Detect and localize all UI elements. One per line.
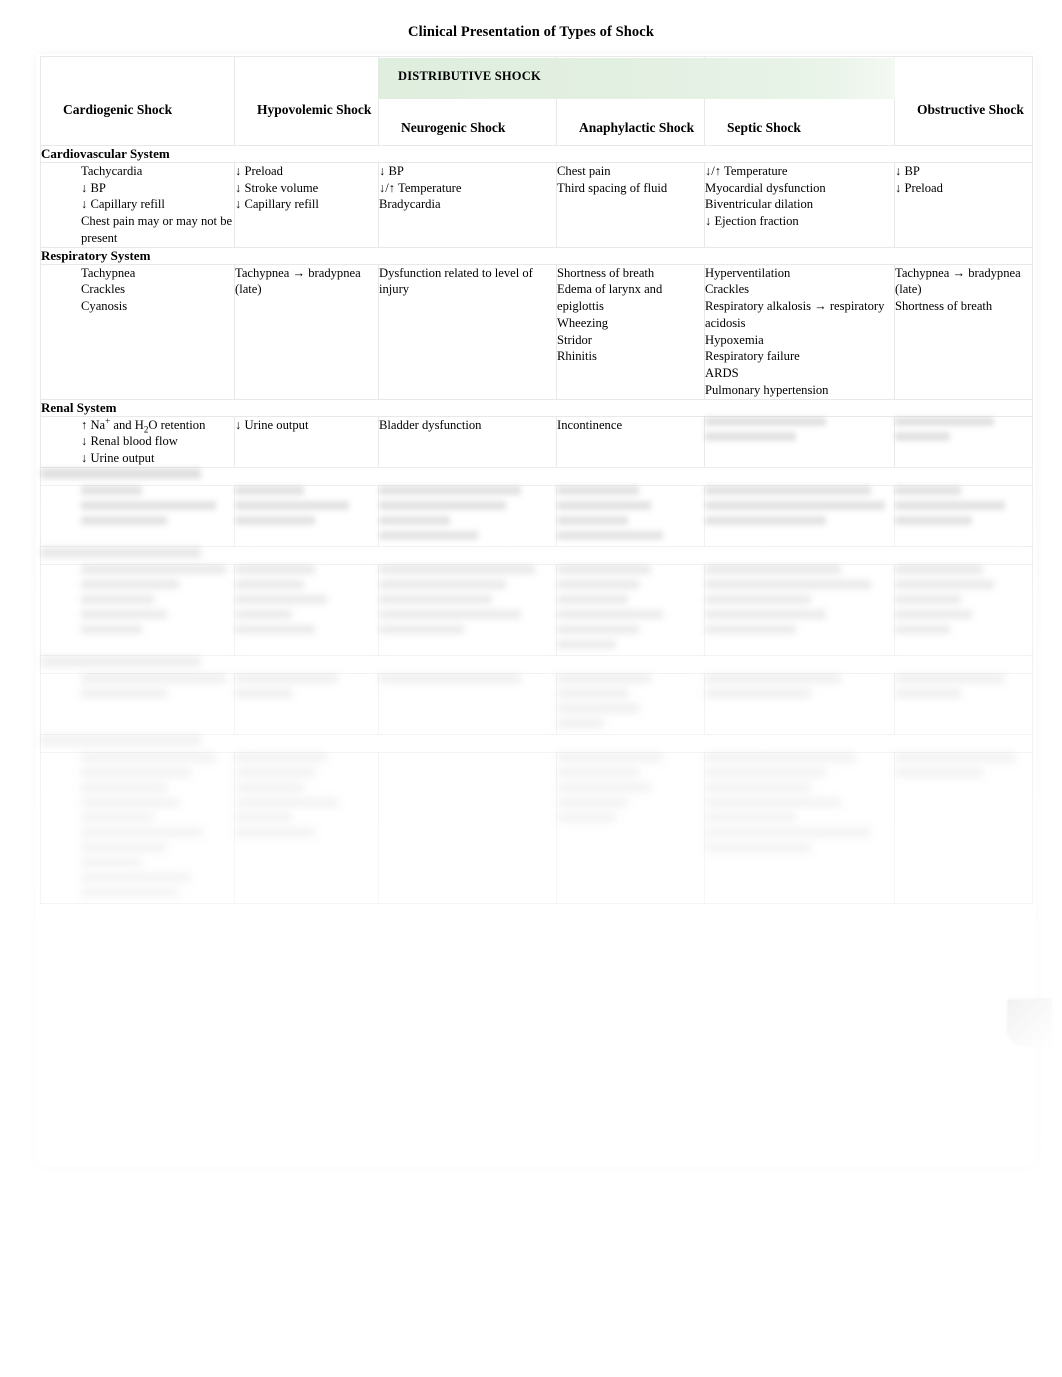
column-header-anaphylactic: Anaphylactic Shock [556, 56, 705, 146]
page-corner-curl [1008, 1000, 1052, 1046]
cell-text: ↓ BP ↓/↑ Temperature Bradycardia [379, 164, 462, 212]
table-row-obscured-1 [40, 484, 1033, 547]
column-header-cardiogenic: Cardiogenic Shock [40, 56, 235, 146]
column-header-label: Neurogenic Shock [401, 120, 506, 136]
cell-obscured [40, 672, 235, 735]
section-heading-obscured [40, 545, 1033, 565]
obscured-cell-content [705, 416, 894, 441]
cell-obscured [234, 563, 379, 656]
page-title: Clinical Presentation of Types of Shock [408, 24, 654, 40]
cell-text: Hyperventilation Crackles Respiratory alka… [705, 265, 885, 397]
cell-obscured [378, 751, 557, 904]
section-heading-obscured [40, 733, 1033, 753]
column-header-label: Anaphylactic Shock [579, 120, 695, 136]
cell-renal-neurogenic: Bladder dysfunction [378, 415, 557, 468]
cell-cardiovascular-septic: ↓/↑ Temperature Myocardial dysfunction Biv… [704, 162, 895, 248]
column-header-obstructive: Obstructive Shock [894, 56, 1033, 146]
cell-text: Incontinence [557, 417, 623, 432]
table-row-renal: ↑ Na+ and H2O retention ↓ Renal blood flo… [40, 415, 1033, 468]
cell-obscured [704, 563, 895, 656]
cell-text: Tachypnea Crackles Cyanosis [81, 265, 136, 314]
column-header-septic: Septic Shock [704, 56, 895, 146]
cell-cardiovascular-cardiogenic: Tachycardia ↓ BP ↓ Capillary refill Chest p… [40, 162, 235, 248]
cell-obscured [40, 484, 235, 547]
cell-cardiovascular-hypovolemic: ↓ Preload ↓ Stroke volume ↓ Capillary refi… [234, 162, 379, 248]
cell-obscured [378, 484, 557, 547]
document-page: Clinical Presentation of Types of Shock … [0, 0, 1062, 1377]
cell-respiratory-cardiogenic: Tachypnea Crackles Cyanosis [40, 263, 235, 400]
cell-text: Tachypnea → bradypnea (late) Shortness of… [895, 265, 1021, 314]
cell-obscured [378, 672, 557, 735]
cell-obscured [234, 672, 379, 735]
distributive-shock-group-header: DISTRIBUTIVE SHOCK [398, 69, 541, 83]
section-heading: Respiratory System [40, 246, 1033, 265]
cell-text: Bladder dysfunction [379, 417, 482, 432]
table-row-obscured-4 [40, 751, 1033, 904]
section-heading: Cardiovascular System [40, 145, 1033, 163]
section-header-row-obscured-2 [40, 545, 1033, 565]
cell-obscured [40, 751, 235, 904]
cell-obscured [556, 563, 705, 656]
cell-text: Dysfunction related to level of injury [379, 265, 533, 297]
cell-obscured [556, 484, 705, 547]
cell-text: Shortness of breath Edema of larynx and e… [557, 265, 663, 364]
shock-comparison-table-wrapper: DISTRIBUTIVE SHOCK Cardiogenic Shock Hyp… [40, 56, 1033, 904]
cell-respiratory-neurogenic: Dysfunction related to level of injury [378, 263, 557, 400]
table-row-cardiovascular: Tachycardia ↓ BP ↓ Capillary refill Chest p… [40, 162, 1033, 248]
cell-respiratory-obstructive: Tachypnea → bradypnea (late) Shortness of… [894, 263, 1033, 400]
table-row-obscured-3 [40, 672, 1033, 735]
cell-respiratory-anaphylactic: Shortness of breath Edema of larynx and e… [556, 263, 705, 400]
cell-obscured [704, 751, 895, 904]
cell-respiratory-septic: Hyperventilation Crackles Respiratory alka… [704, 263, 895, 400]
section-heading: Renal System [40, 398, 1033, 417]
cell-cardiovascular-neurogenic: ↓ BP ↓/↑ Temperature Bradycardia [378, 162, 557, 248]
cell-renal-obstructive [894, 415, 1033, 468]
cell-obscured [704, 484, 895, 547]
cell-text: Tachypnea → bradypnea (late) [235, 265, 361, 297]
shock-comparison-table: Cardiogenic Shock Hypovolemic Shock Neur… [40, 56, 1033, 904]
obscured-cell-content [895, 416, 1032, 441]
cell-cardiovascular-obstructive: ↓ BP ↓ Preload [894, 162, 1033, 248]
cell-obscured [556, 672, 705, 735]
cell-text: Chest pain Third spacing of fluid [557, 164, 668, 195]
section-header-row-respiratory: Respiratory System [40, 246, 1033, 265]
section-header-row-obscured-4 [40, 733, 1033, 753]
cell-cardiovascular-anaphylactic: Chest pain Third spacing of fluid [556, 162, 705, 248]
section-heading-obscured [40, 466, 1033, 486]
cell-text: ↑ Na+ and H2O retention ↓ Renal blood flo… [81, 415, 206, 466]
cell-respiratory-hypovolemic: Tachypnea → bradypnea (late) [234, 263, 379, 400]
section-header-row-cardiovascular: Cardiovascular System [40, 145, 1033, 163]
cell-text: Tachycardia ↓ BP ↓ Capillary refill Chest p… [81, 164, 233, 245]
cell-renal-cardiogenic: ↑ Na+ and H2O retention ↓ Renal blood flo… [40, 415, 235, 468]
cell-obscured [378, 563, 557, 656]
table-row-obscured-2 [40, 563, 1033, 656]
cell-renal-anaphylactic: Incontinence [556, 415, 705, 468]
cell-obscured [556, 751, 705, 904]
cell-text: ↓ BP ↓ Preload [895, 164, 943, 195]
cell-renal-septic [704, 415, 895, 468]
section-header-row-renal: Renal System [40, 398, 1033, 417]
cell-text: ↓ Urine output [235, 417, 309, 432]
cell-obscured [894, 484, 1033, 547]
cell-obscured [704, 672, 895, 735]
cell-obscured [234, 751, 379, 904]
column-header-label: Cardiogenic Shock [63, 102, 173, 118]
section-header-row-obscured-3 [40, 654, 1033, 674]
cell-text: ↓ Preload ↓ Stroke volume ↓ Capillary refi… [235, 164, 319, 212]
table-row-respiratory: Tachypnea Crackles Cyanosis Tachypnea → br… [40, 263, 1033, 400]
section-heading-obscured [40, 654, 1033, 674]
cell-obscured [40, 563, 235, 656]
column-header-label: Septic Shock [727, 120, 801, 136]
cell-text: ↓/↑ Temperature Myocardial dysfunction Biv… [705, 164, 826, 229]
column-header-hypovolemic: Hypovolemic Shock [234, 56, 379, 146]
cell-obscured [894, 672, 1033, 735]
cell-obscured [894, 563, 1033, 656]
cell-renal-hypovolemic: ↓ Urine output [234, 415, 379, 468]
cell-obscured [234, 484, 379, 547]
cell-obscured [894, 751, 1033, 904]
column-header-label: Obstructive Shock [917, 102, 1024, 118]
column-header-label: Hypovolemic Shock [257, 102, 372, 118]
section-header-row-obscured-1 [40, 466, 1033, 486]
